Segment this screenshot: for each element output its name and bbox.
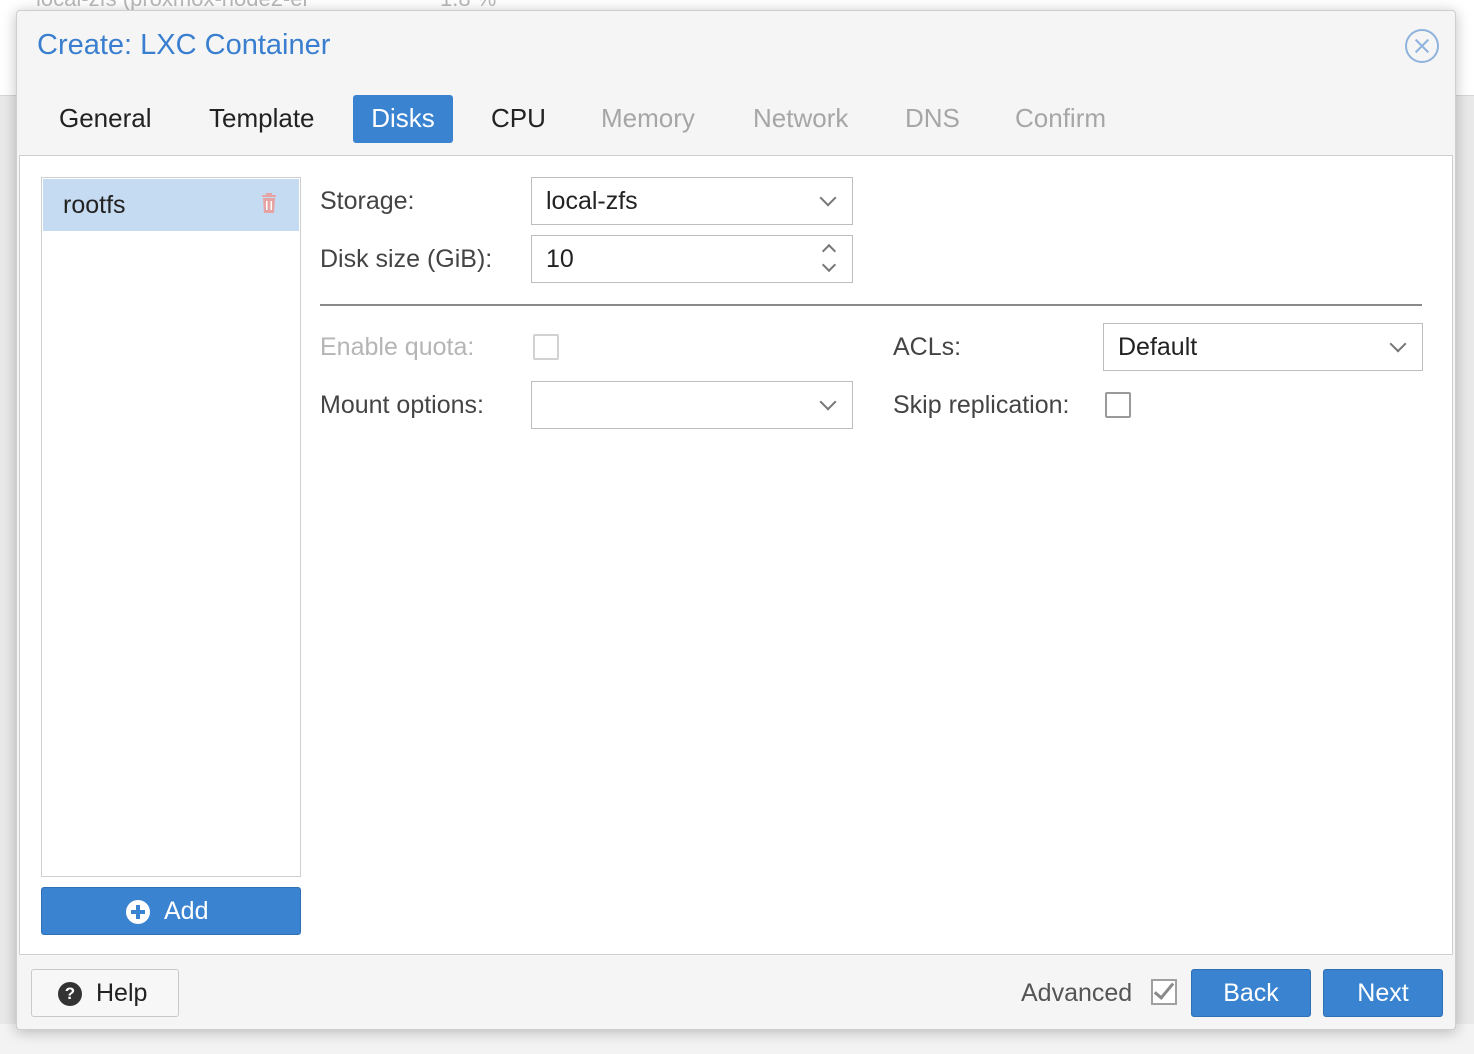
disk-size-label: Disk size (GiB): xyxy=(320,245,493,273)
disk-item-label: rootfs xyxy=(63,191,126,219)
advanced-checkbox[interactable] xyxy=(1151,978,1177,1005)
tab-template[interactable]: Template xyxy=(191,95,333,143)
acls-label: ACLs: xyxy=(893,333,962,361)
tab-confirm[interactable]: Confirm xyxy=(997,95,1124,143)
chevron-down-icon xyxy=(1389,335,1407,353)
help-label: Help xyxy=(96,979,148,1007)
tab-disks[interactable]: Disks xyxy=(353,95,453,143)
tab-network[interactable]: Network xyxy=(735,95,866,143)
disk-size-value: 10 xyxy=(546,245,574,273)
section-divider xyxy=(320,304,1422,306)
next-button[interactable]: Next xyxy=(1323,969,1443,1017)
question-circle-icon: ? xyxy=(58,982,82,1006)
spin-up-icon[interactable] xyxy=(821,243,837,259)
tab-cpu[interactable]: CPU xyxy=(473,95,564,143)
back-button[interactable]: Back xyxy=(1191,969,1311,1017)
help-button[interactable]: ? Help xyxy=(31,969,179,1017)
acls-value: Default xyxy=(1118,333,1198,361)
close-icon[interactable] xyxy=(1405,29,1439,63)
dialog-title: Create: LXC Container xyxy=(37,29,331,61)
skip-replication-label: Skip replication: xyxy=(893,391,1070,419)
mount-options-label: Mount options: xyxy=(320,391,484,419)
add-disk-label: Add xyxy=(164,897,209,925)
tab-dns[interactable]: DNS xyxy=(887,95,978,143)
spin-down-icon[interactable] xyxy=(821,257,837,273)
tab-memory[interactable]: Memory xyxy=(583,95,713,143)
storage-select[interactable]: local-zfs xyxy=(531,177,853,225)
chevron-down-icon xyxy=(819,393,837,411)
chevron-down-icon xyxy=(819,189,837,207)
storage-label: Storage: xyxy=(320,187,415,215)
storage-value: local-zfs xyxy=(546,187,638,215)
mount-options-select[interactable] xyxy=(531,381,853,429)
tab-general[interactable]: General xyxy=(41,95,170,143)
acls-select[interactable]: Default xyxy=(1103,323,1423,371)
disk-list-item-rootfs[interactable]: rootfs xyxy=(43,179,299,231)
disk-size-spinner[interactable]: 10 xyxy=(531,235,853,283)
enable-quota-label: Enable quota: xyxy=(320,333,475,361)
skip-replication-checkbox[interactable] xyxy=(1105,392,1131,418)
checkmark-icon xyxy=(1153,978,1175,1000)
plus-circle-icon xyxy=(126,900,150,924)
disks-panel: rootfs Add Storage: local-zfs Disk size … xyxy=(19,155,1453,955)
enable-quota-checkbox[interactable] xyxy=(533,334,559,360)
advanced-label: Advanced xyxy=(1021,979,1133,1007)
create-lxc-dialog: Create: LXC Container General Template D… xyxy=(16,10,1456,1030)
add-disk-button[interactable]: Add xyxy=(41,887,301,935)
trash-icon[interactable] xyxy=(261,193,277,213)
disk-list: rootfs xyxy=(41,177,301,877)
